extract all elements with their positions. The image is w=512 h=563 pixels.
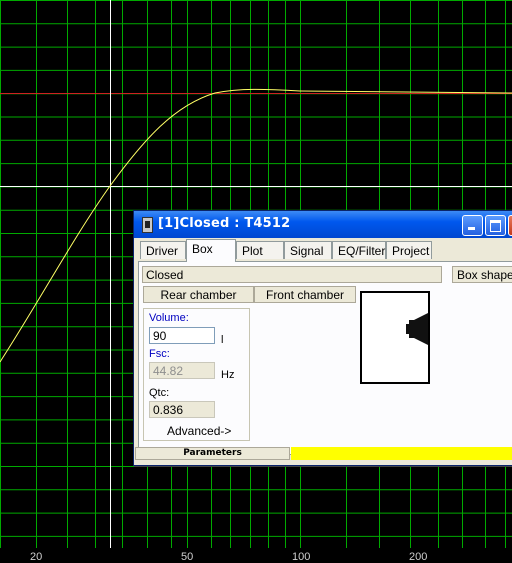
window-title: [1]Closed : T4512 (158, 216, 291, 231)
rear-chamber-button[interactable]: Rear chamber (143, 286, 254, 303)
title-bar[interactable]: [1]Closed : T4512 (134, 211, 512, 238)
fsc-field: 44.82 (149, 362, 215, 379)
x-tick-label-100: 100 (292, 551, 311, 563)
speaker-driver-icon (406, 313, 428, 345)
minimize-button[interactable] (462, 215, 483, 236)
volume-label: Volume: (149, 312, 189, 324)
x-tick-label-20: 20 (30, 551, 43, 563)
tab-project[interactable]: Project (386, 241, 432, 259)
front-chamber-button[interactable]: Front chamber (254, 286, 356, 303)
box-preview (360, 291, 430, 384)
box-dialog-window: [1]Closed : T4512 Driver Box Plot Signal… (133, 210, 512, 466)
qtc-field: 0.836 (149, 401, 215, 418)
tab-plot[interactable]: Plot (236, 241, 284, 259)
fsc-unit: Hz (221, 369, 235, 381)
tab-box[interactable]: Box (186, 239, 236, 262)
qtc-label: Qtc: (149, 387, 170, 399)
box-shape-button[interactable]: Box shape (452, 266, 512, 283)
x-tick-label-200: 200 (409, 551, 428, 563)
status-label: Parameters (135, 447, 290, 460)
volume-input[interactable]: 90 (149, 327, 215, 344)
tab-signal[interactable]: Signal (284, 241, 332, 259)
tab-eq-filter[interactable]: EQ/Filter (332, 241, 386, 259)
tab-driver[interactable]: Driver (140, 241, 186, 259)
box-type-field[interactable]: Closed (142, 266, 442, 283)
fsc-label: Fsc: (149, 348, 170, 360)
tab-strip: Driver Box Plot Signal EQ/Filter Project (138, 239, 512, 262)
volume-unit: l (221, 334, 224, 346)
app-icon (142, 217, 153, 233)
close-button[interactable] (508, 215, 512, 236)
x-tick-label-50: 50 (181, 551, 194, 563)
advanced-button[interactable]: Advanced-> (167, 424, 231, 438)
status-bar: Parameters (135, 447, 512, 461)
status-indicator (291, 447, 512, 460)
maximize-button[interactable] (485, 215, 506, 236)
